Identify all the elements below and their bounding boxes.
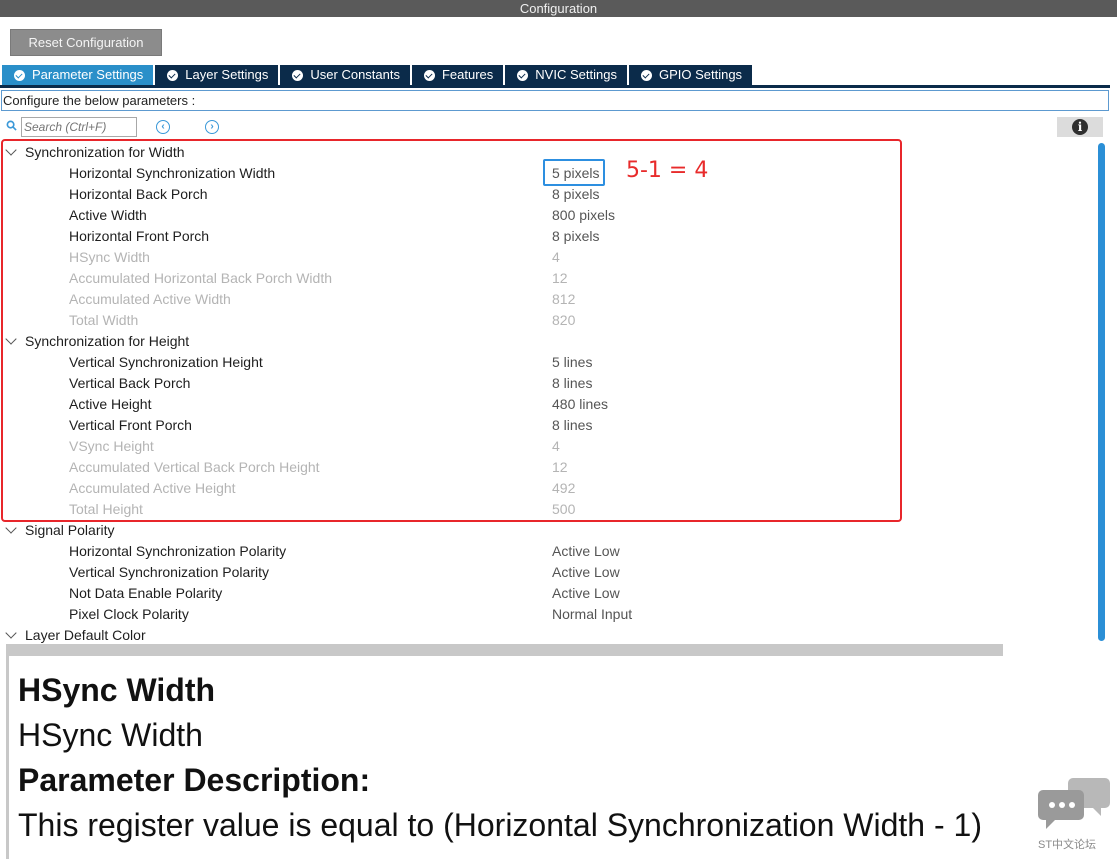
param-name: Not Data Enable Polarity <box>69 585 223 601</box>
watermark-text: ST中文论坛 <box>1038 839 1097 851</box>
tab-layer-settings[interactable]: Layer Settings <box>155 65 279 85</box>
info-icon: i <box>1072 119 1088 135</box>
scrollbar-thumb[interactable] <box>1098 143 1105 641</box>
param-value[interactable]: Active Low <box>552 562 620 583</box>
description-border <box>6 644 9 859</box>
description-text: This register value is equal to (Horizon… <box>18 807 982 843</box>
info-button[interactable]: i <box>1057 117 1103 137</box>
annotation-text: 5-1 = 4 <box>626 158 709 183</box>
param-row[interactable]: Pixel Clock Polarity Normal Input <box>0 604 1090 625</box>
window-title: Configuration <box>0 0 1117 17</box>
check-circle-icon <box>292 69 304 81</box>
description-panel: HSync Width HSync Width Parameter Descri… <box>0 644 1117 859</box>
param-name: Horizontal Synchronization Polarity <box>69 543 287 559</box>
group-layer-default-color[interactable]: Layer Default Color <box>0 625 1090 646</box>
check-circle-icon <box>640 69 652 81</box>
check-circle-icon <box>517 69 529 81</box>
description-title: HSync Width <box>18 672 216 708</box>
previous-result-icon[interactable]: ‹ <box>156 120 170 134</box>
chevron-down-icon <box>5 522 17 534</box>
tab-features[interactable]: Features <box>411 65 504 85</box>
tab-label: Parameter Settings <box>32 67 144 82</box>
param-value[interactable]: Active Low <box>552 541 620 562</box>
param-value[interactable]: Active Low <box>552 583 620 604</box>
check-circle-icon <box>14 69 25 81</box>
next-result-icon[interactable]: › <box>205 120 219 134</box>
tab-nvic-settings[interactable]: NVIC Settings <box>505 65 627 85</box>
tab-label: Layer Settings <box>185 67 269 82</box>
check-circle-icon <box>423 69 435 81</box>
search-icon <box>6 120 17 131</box>
description-subtitle: HSync Width <box>18 717 203 753</box>
tab-underline <box>0 85 1110 88</box>
tab-label: Features <box>441 67 494 82</box>
tab-label: GPIO Settings <box>658 67 743 82</box>
chat-bubbles-icon <box>1038 778 1110 829</box>
check-circle-icon <box>167 69 179 81</box>
config-instructions: Configure the below parameters : <box>1 90 1109 111</box>
group-signal-polarity[interactable]: Signal Polarity <box>0 520 1090 541</box>
param-name: Vertical Synchronization Polarity <box>69 564 269 580</box>
param-row[interactable]: Not Data Enable Polarity Active Low <box>0 583 1090 604</box>
chevron-down-icon <box>5 627 17 639</box>
description-divider <box>6 644 1003 656</box>
tab-parameter-settings[interactable]: Parameter Settings <box>2 65 154 85</box>
tab-label: User Constants <box>310 67 400 82</box>
search-input[interactable] <box>21 117 137 137</box>
param-row[interactable]: Vertical Synchronization Polarity Active … <box>0 562 1090 583</box>
tab-user-constants[interactable]: User Constants <box>280 65 410 85</box>
group-label: Layer Default Color <box>25 627 146 643</box>
param-name: Pixel Clock Polarity <box>69 606 189 622</box>
param-row[interactable]: Horizontal Synchronization Polarity Activ… <box>0 541 1090 562</box>
param-value[interactable]: Normal Input <box>552 604 632 625</box>
search-row: ‹ › i <box>0 117 1110 137</box>
annotation-red-frame <box>1 139 902 522</box>
description-heading: Parameter Description: <box>18 762 371 798</box>
tab-bar: Parameter Settings Layer Settings User C… <box>2 65 754 85</box>
tab-gpio-settings[interactable]: GPIO Settings <box>628 65 753 85</box>
tab-label: NVIC Settings <box>535 67 617 82</box>
reset-configuration-button[interactable]: Reset Configuration <box>10 29 162 56</box>
group-label: Signal Polarity <box>25 522 115 538</box>
